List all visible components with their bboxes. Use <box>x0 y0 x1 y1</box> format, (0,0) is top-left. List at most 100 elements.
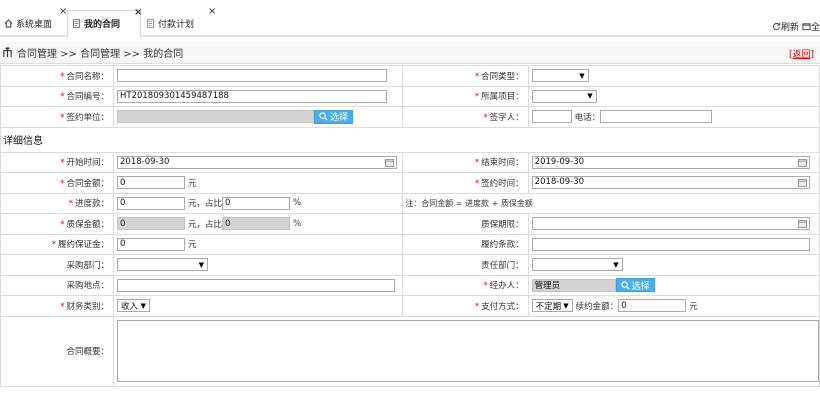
handler-input[interactable] <box>531 278 616 292</box>
required-mark: * <box>60 71 65 82</box>
performance-terms-cell <box>527 233 820 255</box>
percent-label: % <box>293 198 302 209</box>
label-text: 开始时间： <box>66 158 109 169</box>
purchase-dept-select[interactable]: ▼ <box>117 258 208 272</box>
renew-amount-label: 续约金额： <box>575 301 619 312</box>
tab-label: 我的合同 <box>84 20 121 30</box>
amount-input[interactable] <box>117 176 185 190</box>
unit-label: 元 <box>188 240 197 251</box>
back-link-text[interactable]: 返回 <box>792 50 810 60</box>
sign-time-input[interactable]: 2018-09-30 <box>531 176 810 190</box>
responsible-dept-select[interactable]: ▼ <box>531 258 623 272</box>
required-mark: * <box>483 281 488 292</box>
performance-bond-input[interactable] <box>117 237 185 251</box>
contract-no-input[interactable] <box>117 89 387 103</box>
search-icon <box>319 112 328 121</box>
form-row: *合同编号： *所属项目： ▼ <box>0 85 820 107</box>
tab-bar: 系统桌面 × 我的合同 × 付款计划 × 刷新 全 <box>0 0 820 38</box>
dropdown-arrow-icon: ▼ <box>613 260 619 269</box>
sign-time-label: * 签约时间： <box>402 172 529 194</box>
calendar-icon[interactable] <box>385 158 394 167</box>
back-bracket-close: ] <box>810 50 814 60</box>
required-mark: * <box>60 92 65 103</box>
dropdown-arrow-icon: ▼ <box>198 260 204 269</box>
end-time-cell: 2019-09-30 <box>527 151 820 173</box>
summary-textarea[interactable] <box>117 319 819 382</box>
finance-type-select[interactable]: 收入 ▼ <box>117 299 150 313</box>
sitemap-icon <box>3 47 12 58</box>
calendar-icon[interactable] <box>797 158 807 167</box>
close-icon[interactable]: × <box>208 6 216 17</box>
fullscreen-button[interactable]: 全 <box>802 20 820 33</box>
label-text: 签约时间： <box>481 178 524 189</box>
contract-name-input[interactable] <box>117 69 387 83</box>
choose-unit-button[interactable]: 选择 <box>314 109 354 124</box>
performance-terms-input[interactable] <box>531 237 810 251</box>
start-time-cell: 2018-09-30 <box>112 151 404 173</box>
label-text: 签字人： <box>489 112 524 123</box>
dropdown-arrow-icon: ▼ <box>563 301 569 310</box>
refresh-icon <box>773 22 781 31</box>
button-label: 选择 <box>631 281 650 292</box>
purchase-location-input[interactable] <box>117 278 395 292</box>
signing-unit-label: * 签约单位： <box>0 106 114 128</box>
summary-cell <box>113 315 820 387</box>
phone-input[interactable] <box>600 110 713 124</box>
choose-handler-button[interactable]: 选择 <box>615 278 655 293</box>
project-select[interactable]: ▼ <box>531 89 597 103</box>
purchase-dept-label: 采购部门： <box>0 254 114 276</box>
form-row: *履约保证金： 元 履约条款： <box>0 233 820 255</box>
end-time-label: * 结束时间： <box>402 151 529 173</box>
purchase-dept-cell: ▼ <box>112 254 404 276</box>
signer-input[interactable] <box>531 110 572 124</box>
back-link[interactable]: [返回] <box>789 47 814 60</box>
required-mark: * <box>60 178 65 189</box>
dropdown-arrow-icon: ▼ <box>587 92 593 101</box>
signing-unit-input[interactable] <box>117 110 314 124</box>
tab-system-desktop[interactable]: 系统桌面 × <box>0 6 67 37</box>
tab-payment-plan[interactable]: 付款计划 × <box>142 6 218 37</box>
progress-pay-cell: 元，占比% <box>112 192 404 214</box>
contract-no-label: * 合同编号： <box>0 85 114 107</box>
form-row: *财务类别： 收入▼ *支付方式： 不定期▼续约金额：元 <box>0 295 820 317</box>
performance-bond-cell: 元 <box>112 233 404 255</box>
contract-type-select[interactable]: ▼ <box>531 69 589 83</box>
required-mark: * <box>68 199 73 210</box>
required-mark: * <box>474 178 480 189</box>
contract-no-cell <box>112 85 404 107</box>
summary-label: 合同概要： <box>0 315 114 387</box>
unit-label: 元 <box>689 301 698 312</box>
tab-my-contract[interactable]: 我的合同 × <box>67 7 142 38</box>
renew-amount-input[interactable] <box>618 299 687 313</box>
amount-note: 注：合同金额 = 进度款 + 质保金额 <box>402 192 820 214</box>
required-mark: * <box>51 240 56 251</box>
unit-label: 元，占比 <box>188 199 223 210</box>
contract-form: *合同名称： *合同类型： ▼ *合同编号： *所属项目： ▼ *签约单位： 选… <box>0 65 820 387</box>
progress-pay-input[interactable] <box>117 196 185 210</box>
search-icon <box>621 281 630 290</box>
form-row: 合同概要： <box>0 315 820 387</box>
start-time-input[interactable]: 2018-09-30 <box>117 155 397 169</box>
progress-ratio-input[interactable] <box>222 196 291 210</box>
label-text: 质保金额： <box>66 219 109 230</box>
calendar-icon[interactable] <box>797 219 807 229</box>
document-icon <box>146 19 155 28</box>
warranty-ratio-input[interactable] <box>222 217 291 231</box>
payment-method-select[interactable]: 不定期 ▼ <box>531 299 573 313</box>
select-value: 不定期 <box>535 301 562 312</box>
calendar-icon[interactable] <box>797 178 807 188</box>
required-mark: * <box>60 219 65 230</box>
end-time-input[interactable]: 2019-09-30 <box>531 155 810 169</box>
label-text: 财务类别： <box>66 301 109 312</box>
refresh-button[interactable]: 刷新 <box>772 20 799 33</box>
unit-label: 元，占比 <box>188 219 223 230</box>
form-row: *合同金额： 元 *签约时间： 2018-09-30 <box>0 172 820 194</box>
required-mark: * <box>474 92 480 103</box>
warranty-amount-input[interactable] <box>117 217 185 231</box>
warranty-amount-cell: 元，占比% <box>112 213 404 235</box>
warranty-period-input[interactable] <box>531 217 810 231</box>
label-text: 进度款： <box>74 199 109 210</box>
document-icon <box>72 19 81 28</box>
label-text: 支付方式： <box>481 301 524 312</box>
date-value: 2018-09-30 <box>120 156 170 167</box>
